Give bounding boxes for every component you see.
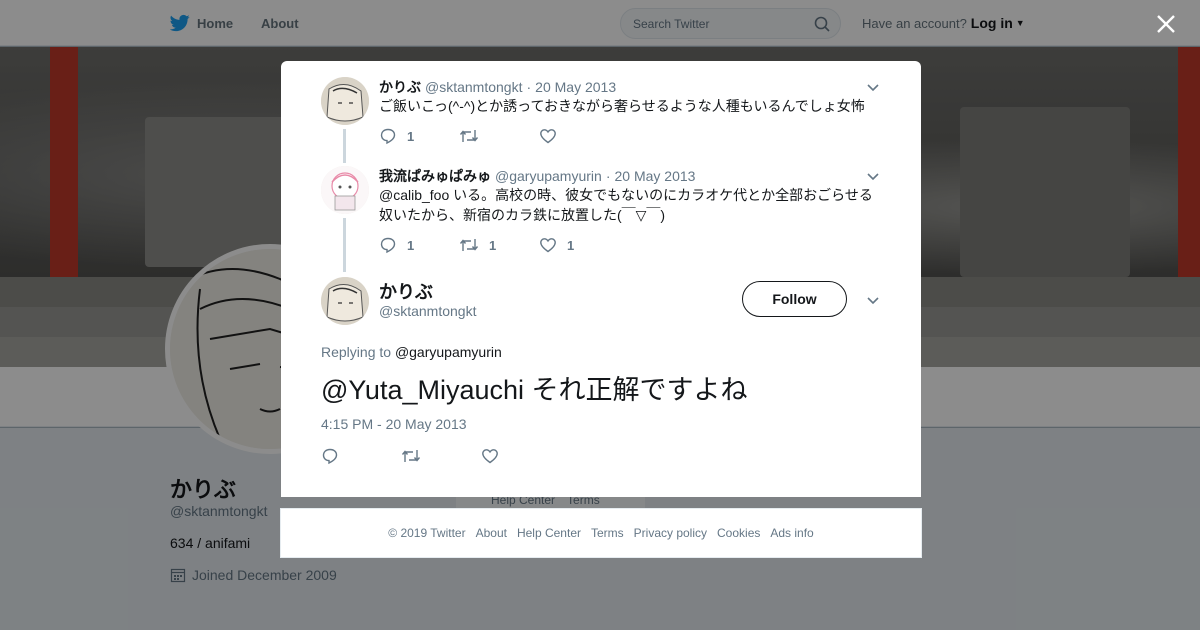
replying-to-handle[interactable]: @garyupamyurin [395, 344, 502, 360]
retweet-icon [401, 450, 421, 462]
avatar[interactable] [321, 166, 369, 214]
footer-copyright: © 2019 Twitter [388, 526, 466, 540]
chevron-down-icon[interactable] [865, 292, 881, 308]
main-tweet-author-handle[interactable]: @sktanmtongkt [379, 303, 476, 319]
retweet-icon [459, 239, 479, 251]
replying-prefix: Replying to [321, 344, 392, 360]
main-tweet-timestamp[interactable]: 4:15 PM - 20 May 2013 [321, 416, 467, 432]
tweet-actions: 1 [379, 126, 619, 146]
thread-tweet[interactable]: かりぶ @sktanmtongkt · 20 May 2013 ご飯いこっ(^-… [321, 77, 881, 167]
retweet-button[interactable]: 1 [459, 236, 539, 254]
tweet-header: かりぶ @sktanmtongkt · 20 May 2013 [379, 77, 616, 97]
modal-footer: © 2019 Twitter About Help Center Terms P… [280, 508, 922, 558]
retweet-count: 1 [489, 237, 497, 253]
avatar-image [321, 166, 369, 214]
tweet-permalink-modal: かりぶ @sktanmtongkt · 20 May 2013 ご飯いこっ(^-… [281, 61, 921, 497]
retweet-button[interactable] [459, 127, 539, 145]
heart-icon [482, 449, 498, 464]
retweet-icon [459, 130, 479, 142]
main-tweet-author-name[interactable]: かりぶ [379, 278, 433, 304]
tweet-author-name[interactable]: かりぶ [379, 77, 421, 97]
tweet-text-line: 奴いたから、新宿のカラ鉄に放置した(￣▽￣) [379, 207, 666, 223]
reply-button[interactable]: 1 [379, 236, 459, 254]
tweet-text-line: @calib_foo いる。高校の時、彼女でもないのにカラオケ代とか全部おごらせ… [379, 187, 873, 203]
tweet-author-handle[interactable]: @garyupamyurin [495, 168, 602, 184]
footer-link-ads-info[interactable]: Ads info [770, 526, 813, 540]
tweet-author-name[interactable]: 我流ぱみゅぱみゅ [379, 166, 491, 186]
thread-tweet[interactable]: 我流ぱみゅぱみゅ @garyupamyurin · 20 May 2013 @c… [321, 166, 881, 276]
like-button[interactable]: 1 [539, 236, 619, 254]
footer-link-about[interactable]: About [476, 526, 507, 540]
footer-link-terms[interactable]: Terms [591, 526, 624, 540]
avatar-image [321, 277, 369, 325]
like-button[interactable] [481, 447, 561, 465]
chevron-down-icon[interactable] [865, 79, 881, 95]
avatar[interactable] [321, 77, 369, 125]
reply-icon [380, 128, 396, 145]
tweet-date[interactable]: 20 May 2013 [535, 79, 616, 95]
avatar-image [321, 77, 369, 125]
tweet-text: @calib_foo いる。高校の時、彼女でもないのにカラオケ代とか全部おごらせ… [379, 185, 889, 225]
footer-link-privacy-policy[interactable]: Privacy policy [634, 526, 707, 540]
reply-button[interactable]: 1 [379, 127, 459, 145]
reply-count: 1 [407, 128, 415, 144]
like-button[interactable] [539, 127, 619, 145]
tweet-header: 我流ぱみゅぱみゅ @garyupamyurin · 20 May 2013 [379, 166, 695, 186]
tweet-author-handle[interactable]: @sktanmtongkt [425, 79, 522, 95]
footer-link-cookies[interactable]: Cookies [717, 526, 760, 540]
replying-to: Replying to @garyupamyurin [321, 344, 502, 360]
footer-link-help-center[interactable]: Help Center [517, 526, 581, 540]
separator-dot: · [605, 168, 611, 184]
thread-connector-line [343, 129, 346, 163]
main-tweet-text: @Yuta_Miyauchi それ正解ですよね [321, 375, 748, 405]
chevron-down-icon[interactable] [865, 168, 881, 184]
tweet-actions: 1 1 1 [379, 235, 619, 255]
separator-dot: · [526, 79, 532, 95]
tweet-text: ご飯いこっ(^-^)とか誘っておきながら奢らせるような人種もいるんでしょ女怖 [379, 96, 889, 116]
reply-count: 1 [407, 237, 415, 253]
heart-icon [540, 129, 556, 144]
follow-button[interactable]: Follow [742, 281, 847, 317]
tweet-date[interactable]: 20 May 2013 [614, 168, 695, 184]
reply-icon [380, 237, 396, 254]
reply-icon [322, 448, 338, 465]
close-icon[interactable] [1152, 10, 1180, 38]
thread-connector-line [343, 218, 346, 272]
avatar[interactable] [321, 277, 369, 325]
tweet-text-line: ご飯いこっ(^-^)とか誘っておきながら奢らせるような人種もいるんでしょ女怖 [379, 98, 865, 114]
reply-button[interactable] [321, 447, 401, 465]
like-count: 1 [567, 237, 575, 253]
retweet-button[interactable] [401, 447, 481, 465]
main-tweet-actions [321, 447, 561, 465]
heart-icon [540, 238, 556, 253]
